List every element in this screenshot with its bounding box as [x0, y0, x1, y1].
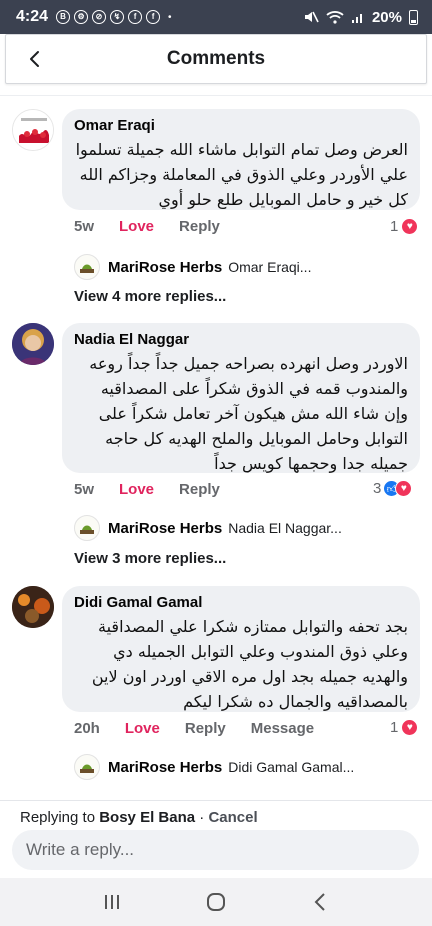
reply-author: MariRose Herbs — [108, 758, 223, 776]
recent-apps-button[interactable] — [92, 887, 132, 917]
facebook-icon: f — [128, 10, 143, 24]
status-right: 20% — [303, 9, 418, 26]
b-icon: B — [56, 10, 71, 24]
reply-author: MariRose Herbs — [108, 258, 223, 276]
header-divider — [0, 95, 432, 96]
replying-prefix: Replying to — [20, 809, 96, 826]
system-nav-bar — [0, 878, 432, 926]
reply-input[interactable] — [12, 830, 419, 870]
love-button[interactable]: Love — [119, 218, 154, 235]
heart-reaction-icon: ♥ — [401, 719, 419, 736]
reply-button[interactable]: Reply — [179, 481, 220, 498]
reply-button[interactable]: Reply — [185, 720, 226, 737]
reply-snippet: Nadia El Naggar... — [228, 520, 342, 536]
message-button[interactable]: Message — [251, 720, 314, 737]
separator: · — [199, 809, 205, 826]
view-more-replies-1[interactable]: View 4 more replies... — [74, 288, 226, 305]
avatar-image — [12, 586, 54, 628]
love-button[interactable]: Love — [119, 481, 154, 498]
home-icon — [207, 893, 225, 911]
cancel-reply-button[interactable]: Cancel — [208, 809, 257, 826]
heart-reaction-icon: ♥ — [401, 218, 419, 235]
settings-status-icon: ⚙ — [74, 10, 89, 24]
comment-time: 5w — [74, 218, 95, 235]
notification-dot: • — [168, 11, 172, 23]
avatar-omar[interactable] — [12, 109, 54, 151]
comment-bubble-2[interactable]: Nadia El Naggar الاوردر وصل انهرده بصراح… — [62, 323, 420, 473]
reaction-count-1[interactable]: 1 ♥ — [390, 218, 419, 235]
heart-reaction-icon: ♥ — [395, 480, 413, 497]
comments-header: Comments — [5, 34, 427, 84]
reaction-count-2[interactable]: 3 👍︎ ♥ — [373, 480, 413, 497]
comment-time: 20h — [74, 720, 100, 737]
reply-preview-2[interactable]: MariRose Herbs Nadia El Naggar... — [74, 515, 342, 541]
herbs-logo-icon — [80, 764, 94, 773]
reply-snippet: Omar Eraqi... — [228, 259, 312, 275]
reply-button[interactable]: Reply — [179, 218, 220, 235]
comment-actions-1: 5w Love Reply — [74, 218, 245, 235]
love-button[interactable]: Love — [125, 720, 160, 737]
herbs-logo-icon — [80, 264, 94, 273]
comment-text: العرض وصل تمام التوابل ماشاء الله جميلة … — [75, 140, 408, 209]
reaction-number: 1 — [390, 218, 399, 235]
facebook-icon-2: f — [146, 10, 161, 24]
herbs-logo-icon — [80, 525, 94, 534]
reply-snippet: Didi Gamal Gamal... — [228, 759, 355, 775]
mute-icon — [304, 11, 319, 23]
comment-text: بجد تحفه والتوابل ممتازه شكرا علي المصدا… — [91, 617, 408, 711]
comment-actions-3: 20h Love Reply Message — [74, 720, 339, 737]
comment-author[interactable]: Omar Eraqi — [74, 117, 408, 134]
avatar-nadia[interactable] — [12, 323, 54, 365]
status-time: 4:24 — [16, 8, 49, 25]
home-button[interactable] — [196, 887, 236, 917]
marirose-avatar — [74, 515, 100, 541]
avatar-image — [13, 110, 53, 150]
reply-preview-3[interactable]: MariRose Herbs Didi Gamal Gamal... — [74, 754, 354, 780]
comment-actions-2: 5w Love Reply — [74, 481, 245, 498]
battery-text: 20% — [371, 8, 402, 26]
no-disturb-icon: ⊘ — [92, 10, 107, 24]
replying-name: Bosy El Bana — [99, 809, 196, 826]
avatar-didi[interactable] — [12, 586, 54, 628]
marirose-avatar — [74, 754, 100, 780]
status-bar: 4:24 B ⚙ ⊘ ↯ f f • 20% — [0, 0, 432, 34]
back-nav-button[interactable] — [300, 887, 340, 917]
comment-time: 5w — [74, 481, 95, 498]
comment-text: الاوردر وصل انهرده بصراحه جميل جداً جداً… — [89, 354, 408, 473]
page-title: Comments — [166, 48, 266, 69]
replying-to-label: Replying to Bosy El Bana · Cancel — [20, 809, 258, 826]
reaction-number: 3 — [373, 480, 382, 497]
signal-icon — [351, 14, 362, 23]
view-more-replies-2[interactable]: View 3 more replies... — [74, 550, 226, 567]
recent-apps-icon — [105, 895, 119, 909]
comment-bubble-3[interactable]: Didi Gamal Gamal بجد تحفه والتوابل ممتاز… — [62, 586, 420, 712]
reaction-number: 1 — [390, 719, 399, 736]
back-nav-icon — [314, 893, 325, 911]
reply-author: MariRose Herbs — [108, 519, 223, 537]
wifi-icon — [326, 11, 344, 24]
battery-icon — [409, 9, 418, 25]
avatar-image — [12, 323, 54, 365]
comment-author[interactable]: Didi Gamal Gamal — [74, 594, 408, 611]
reply-composer: Replying to Bosy El Bana · Cancel — [0, 800, 432, 878]
reply-preview-1[interactable]: MariRose Herbs Omar Eraqi... — [74, 254, 311, 280]
messenger-icon: ↯ — [110, 10, 125, 24]
marirose-avatar — [74, 254, 100, 280]
comment-author[interactable]: Nadia El Naggar — [74, 331, 408, 348]
comment-bubble-1[interactable]: Omar Eraqi العرض وصل تمام التوابل ماشاء … — [62, 109, 420, 210]
reaction-count-3[interactable]: 1 ♥ — [390, 719, 419, 736]
